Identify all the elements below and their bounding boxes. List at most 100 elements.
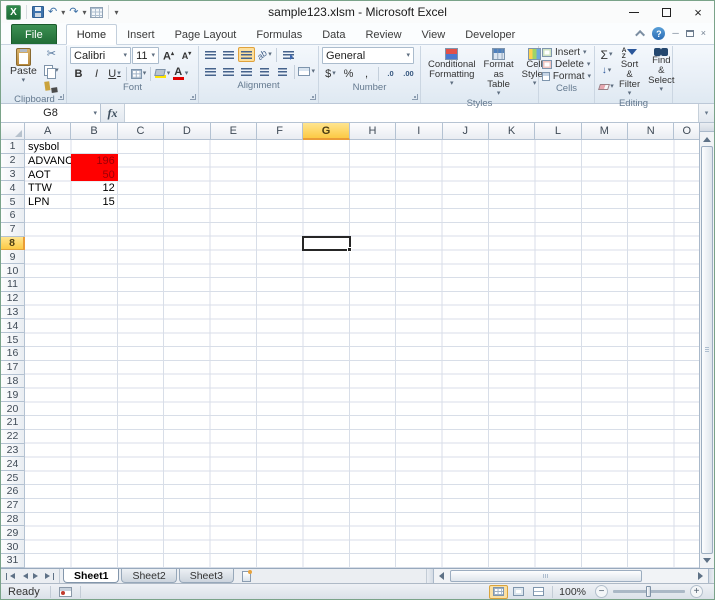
name-box-dropdown-icon[interactable]: ▾ [93, 110, 97, 117]
comma-style-button[interactable]: , [358, 66, 375, 81]
italic-button[interactable]: I [88, 66, 105, 81]
row-header-7[interactable]: 7 [1, 222, 25, 237]
column-header-N[interactable]: N [628, 123, 675, 140]
paste-button[interactable]: Paste ▾ [6, 47, 41, 85]
vertical-scrollbar[interactable] [699, 123, 714, 568]
column-header-K[interactable]: K [488, 123, 536, 140]
alignment-dialog-launcher-icon[interactable] [310, 94, 316, 100]
name-box[interactable]: G8 ▾ [1, 104, 101, 122]
row-header-17[interactable]: 17 [1, 360, 25, 375]
save-icon[interactable] [32, 6, 44, 18]
tab-formulas[interactable]: Formulas [246, 25, 312, 44]
row-header-23[interactable]: 23 [1, 443, 25, 458]
fill-handle[interactable] [346, 247, 352, 253]
row-header-18[interactable]: 18 [1, 374, 25, 389]
zoom-slider-track[interactable] [613, 586, 685, 597]
grow-font-button[interactable]: A▴ [160, 48, 177, 63]
cell-B4[interactable]: 12 [71, 181, 117, 195]
customize-quick-access-icon[interactable]: ▾ [114, 8, 118, 17]
row-header-27[interactable]: 27 [1, 498, 25, 513]
grid-canvas[interactable]: sysbol ADVANC 196 AOT 50 TTW 12 LPN 15 [25, 140, 699, 568]
excel-logo-icon[interactable]: X [6, 4, 21, 20]
fill-color-button[interactable]: ▾ [153, 66, 171, 81]
vertical-scroll-thumb[interactable] [701, 146, 713, 554]
sheet-tab-sheet1[interactable]: Sheet1 [63, 569, 120, 583]
increase-decimal-button[interactable]: .0 [382, 66, 399, 81]
tab-home[interactable]: Home [65, 24, 118, 45]
row-header-16[interactable]: 16 [1, 346, 25, 361]
horizontal-scroll-thumb[interactable] [450, 570, 642, 582]
scroll-right-button[interactable] [694, 569, 708, 583]
sort-filter-button[interactable]: AZ Sort & Filter ▾ [615, 47, 644, 98]
middle-align-button[interactable] [220, 47, 237, 62]
fill-button[interactable]: ↓ ▾ [598, 63, 615, 78]
column-header-J[interactable]: J [442, 123, 489, 140]
row-header-31[interactable]: 31 [1, 553, 25, 568]
row-header-26[interactable]: 26 [1, 484, 25, 499]
help-icon[interactable]: ? [652, 27, 666, 40]
zoom-level-label[interactable]: 100% [553, 586, 592, 598]
column-header-I[interactable]: I [396, 123, 443, 140]
borders-button[interactable]: ▾ [130, 66, 147, 81]
column-header-C[interactable]: C [117, 123, 165, 140]
cell-A4[interactable]: TTW [25, 181, 71, 195]
workbook-minimize-icon[interactable]: ─ [672, 29, 678, 38]
percent-style-button[interactable]: % [340, 66, 357, 81]
delete-cells-button[interactable]: Delete ▾ [542, 59, 591, 70]
horizontal-split-handle[interactable] [427, 569, 434, 583]
number-dialog-launcher-icon[interactable] [412, 94, 418, 100]
row-header-20[interactable]: 20 [1, 402, 25, 416]
next-sheet-button[interactable] [31, 571, 42, 582]
row-header-6[interactable]: 6 [1, 208, 25, 223]
find-select-button[interactable]: Find & Select ▾ [644, 47, 678, 94]
conditional-formatting-button[interactable]: Conditional Formatting ▾ [424, 47, 480, 88]
copy-button[interactable]: ▾ [43, 63, 60, 79]
horizontal-split-handle-end[interactable] [708, 569, 714, 583]
font-size-select[interactable]: 11 ▾ [132, 47, 159, 64]
font-color-button[interactable]: A ▾ [172, 66, 189, 81]
cell-B2[interactable]: 196 [71, 153, 118, 168]
insert-cells-button[interactable]: Insert ▾ [542, 47, 591, 58]
undo-icon[interactable]: ↶ [48, 5, 57, 19]
close-button[interactable]: × [682, 2, 714, 23]
workbook-restore-icon[interactable] [685, 30, 694, 37]
minimize-button[interactable] [618, 2, 650, 23]
cell-A3[interactable]: AOT [25, 168, 71, 182]
shrink-font-button[interactable]: A▾ [178, 48, 195, 63]
column-header-F[interactable]: F [256, 123, 304, 140]
accounting-format-button[interactable]: $ ▾ [322, 66, 339, 81]
select-all-button[interactable] [1, 123, 25, 140]
row-header-1[interactable]: 1 [1, 140, 25, 154]
tab-developer[interactable]: Developer [455, 25, 525, 44]
normal-view-button[interactable] [489, 584, 509, 599]
workbook-close-icon[interactable]: × [701, 29, 706, 38]
column-header-O[interactable]: O [674, 123, 699, 140]
row-header-13[interactable]: 13 [1, 305, 25, 320]
orientation-button[interactable]: ab ▾ [255, 47, 273, 62]
redo-dropdown-icon[interactable]: ▾ [82, 8, 86, 17]
cut-button[interactable]: ✂ [43, 47, 60, 62]
column-header-G[interactable]: G [303, 123, 350, 140]
format-painter-button[interactable] [43, 79, 60, 94]
increase-indent-button[interactable] [274, 64, 291, 79]
format-as-table-button[interactable]: Format as Table ▾ [480, 47, 518, 98]
align-right-button[interactable] [238, 64, 255, 79]
insert-worksheet-button[interactable] [236, 569, 256, 583]
tab-review[interactable]: Review [355, 25, 411, 44]
tab-file[interactable]: File [11, 24, 57, 44]
row-header-14[interactable]: 14 [1, 319, 25, 334]
row-header-8[interactable]: 8 [1, 236, 25, 251]
minimize-ribbon-icon[interactable] [635, 29, 646, 40]
column-header-B[interactable]: B [71, 123, 118, 140]
row-header-12[interactable]: 12 [1, 291, 25, 306]
horizontal-scroll-track[interactable] [448, 570, 694, 582]
bottom-align-button[interactable] [238, 47, 255, 62]
zoom-in-button[interactable]: + [690, 585, 703, 598]
cell-B3[interactable]: 50 [71, 167, 118, 182]
decrease-decimal-button[interactable]: .00 [400, 66, 417, 81]
vertical-split-handle[interactable] [700, 123, 714, 132]
number-format-select[interactable]: General ▾ [322, 47, 414, 64]
autosum-button[interactable]: Σ ▾ [598, 47, 615, 62]
center-button[interactable] [220, 64, 237, 79]
scroll-down-button[interactable] [700, 554, 714, 568]
